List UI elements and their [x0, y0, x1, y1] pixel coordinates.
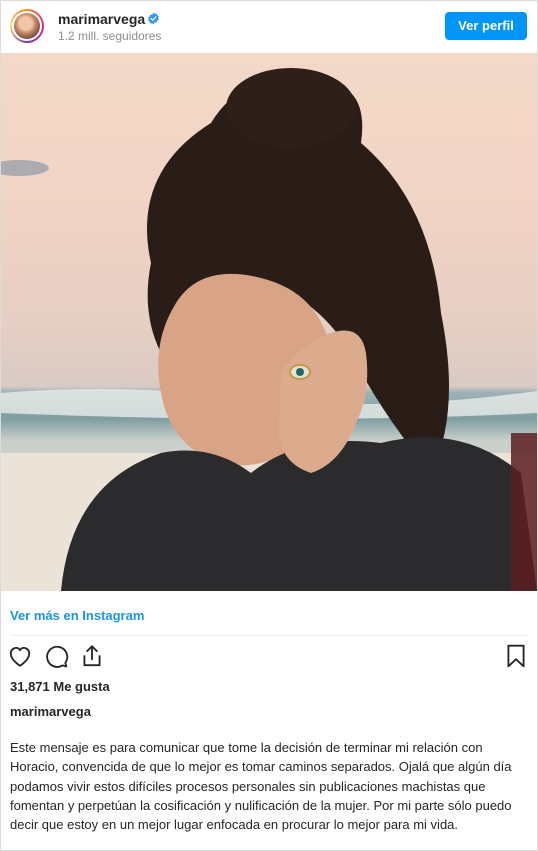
instagram-embed-card: marimarvega 1.2 mill. seguidores Ver per… [0, 0, 538, 851]
post-header: marimarvega 1.2 mill. seguidores Ver per… [1, 1, 537, 53]
like-count[interactable]: 31,871 Me gusta [10, 679, 110, 694]
divider [10, 635, 528, 636]
follower-count: 1.2 mill. seguidores [58, 29, 162, 43]
action-bar [1, 643, 537, 673]
heart-icon[interactable] [7, 643, 33, 669]
bookmark-icon[interactable] [503, 643, 529, 669]
view-profile-button[interactable]: Ver perfil [445, 12, 527, 40]
photo-illustration [1, 68, 537, 591]
verified-badge-icon [148, 12, 159, 25]
share-icon[interactable] [79, 643, 105, 669]
view-more-link[interactable]: Ver más en Instagram [10, 608, 144, 623]
post-caption: Este mensaje es para comunicar que tome … [10, 740, 512, 833]
username[interactable]: marimarvega [58, 11, 145, 27]
post-photo[interactable] [1, 53, 537, 591]
caption-username[interactable]: marimarvega [10, 704, 91, 719]
comment-icon[interactable] [43, 643, 69, 669]
avatar[interactable] [10, 9, 44, 43]
